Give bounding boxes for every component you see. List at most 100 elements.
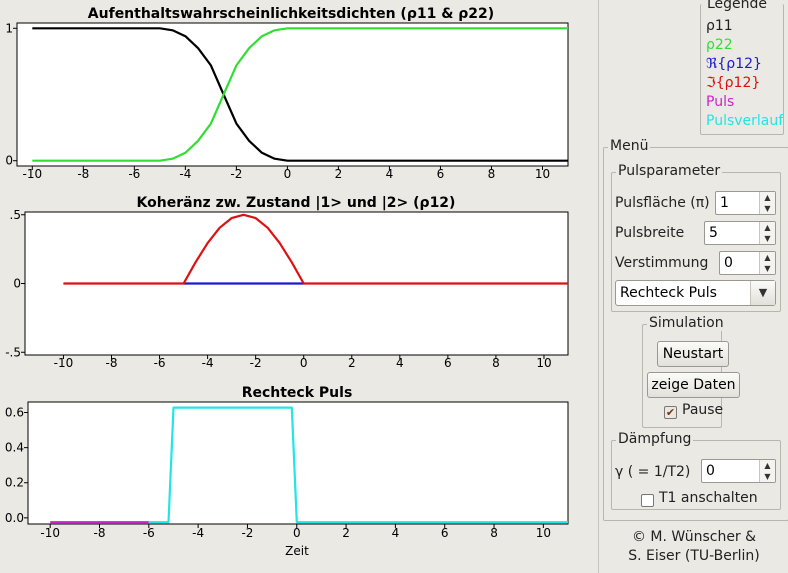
gamma-label: γ ( = 1/T2) <box>615 464 691 480</box>
gamma-input[interactable] <box>702 460 759 482</box>
menu-title: Menü <box>608 138 651 154</box>
x-tick-label: 6 <box>437 167 445 181</box>
pulsbreite-label: Pulsbreite <box>615 225 685 241</box>
simulation-group: Simulation Neustart zeige Daten ✔ Pause <box>642 315 740 428</box>
y-tick-label: 0 <box>5 154 13 168</box>
gamma-spin-buttons[interactable]: ▲ ▼ <box>759 460 775 482</box>
verstimmung-input[interactable] <box>720 252 759 274</box>
x-tick-label: -2 <box>241 526 253 540</box>
x-tick-label: 8 <box>488 167 496 181</box>
pulsflaeche-spin-buttons[interactable]: ▲ ▼ <box>759 192 775 214</box>
legend-title: Legende <box>705 0 770 12</box>
credit-line-2: S. Eiser (TU-Berlin) <box>628 548 760 564</box>
plot-densities-title: Aufenthaltswahrscheinlichkeitsdichten (ρ… <box>88 6 494 22</box>
x-tick-label: 4 <box>386 167 394 181</box>
x-tick-label: 6 <box>444 356 452 370</box>
t1-checkbox[interactable] <box>641 494 654 507</box>
plot-pulse-frame <box>27 401 569 525</box>
pulsbreite-stepper[interactable]: ▲▼ <box>704 221 776 245</box>
legend-item-rho11: ρ11 <box>706 18 733 34</box>
charts-area: Aufenthaltswahrscheinlichkeitsdichten (ρ… <box>5 6 569 558</box>
plot-coherence: Koheränz zw. Zustand |1> und |2> (ρ12) -… <box>5 195 569 370</box>
x-tick-label: -4 <box>202 356 214 370</box>
x-tick-label: 6 <box>441 526 449 540</box>
x-tick-label: 0 <box>284 167 292 181</box>
legend-item-rho22: ρ22 <box>706 37 733 53</box>
x-tick-label: -2 <box>250 356 262 370</box>
y-tick-label: .5 <box>10 208 21 222</box>
zeige-daten-button[interactable]: zeige Daten <box>647 372 740 398</box>
x-tick-label: -4 <box>179 167 191 181</box>
x-tick-label: 4 <box>396 356 404 370</box>
x-tick-label: 2 <box>335 167 343 181</box>
plot-pulse: Rechteck Puls -10 -8 -6 -4 -2 0 2 4 6 8 10 0.0 0.2 0.… <box>5 385 569 558</box>
x-tick-label: -6 <box>143 526 155 540</box>
plot-densities-frame <box>16 22 569 167</box>
neustart-button[interactable]: Neustart <box>657 341 729 367</box>
legend-item-puls: Puls <box>706 94 735 110</box>
verstimmung-stepper[interactable]: ▲▼ <box>719 251 776 275</box>
plot-densities: Aufenthaltswahrscheinlichkeitsdichten (ρ… <box>5 6 569 181</box>
pulsflaeche-input[interactable] <box>716 192 759 214</box>
daempfung-title: Dämpfung <box>616 431 694 447</box>
spin-up-icon[interactable]: ▲ <box>760 252 775 263</box>
pulsform-value: Rechteck Puls <box>620 285 717 301</box>
y-tick-label: 0.0 <box>5 511 24 525</box>
pulsflaeche-stepper[interactable]: ▲▼ <box>715 191 776 215</box>
control-panel: Legende ρ11 ρ22 ℜ{ρ12} ℑ{ρ12} Puls Pulsv… <box>598 0 788 573</box>
spin-down-icon[interactable]: ▼ <box>760 263 775 274</box>
plot-pulse-title: Rechteck Puls <box>242 385 353 401</box>
verstimmung-spin-buttons[interactable]: ▲ ▼ <box>759 252 775 274</box>
spin-down-icon[interactable]: ▼ <box>760 233 775 244</box>
legend-item-im-rho12: ℑ{ρ12} <box>706 75 761 91</box>
pulsparameter-group: Pulsparameter Pulsfläche (π) ▲▼ Pulsbrei… <box>611 163 781 312</box>
x-tick-label: 10 <box>536 356 551 370</box>
y-tick-label: 1 <box>5 21 13 35</box>
chevron-down-icon[interactable]: ▼ <box>750 281 775 305</box>
x-tick-label: -6 <box>128 167 140 181</box>
gamma-stepper[interactable]: ▲▼ <box>701 459 776 483</box>
pulsflaeche-label: Pulsfläche (π) <box>615 195 710 211</box>
x-tick-label: 8 <box>492 356 500 370</box>
credit-line-1: © M. Wünscher & <box>631 529 757 545</box>
legend-group: Legende ρ11 ρ22 ℜ{ρ12} ℑ{ρ12} Puls Pulsv… <box>700 0 784 135</box>
x-tick-label: 10 <box>535 167 550 181</box>
x-tick-label: 2 <box>342 526 350 540</box>
x-tick-label: -10 <box>40 526 60 540</box>
y-tick-label: 0.4 <box>5 441 24 455</box>
t1-label: T1 anschalten <box>659 490 758 506</box>
spin-up-icon[interactable]: ▲ <box>760 222 775 233</box>
spin-down-icon[interactable]: ▼ <box>760 203 775 214</box>
pause-checkbox[interactable]: ✔ <box>664 406 677 419</box>
x-tick-label: 0 <box>300 356 308 370</box>
x-tick-label: -10 <box>54 356 74 370</box>
legend-item-re-rho12: ℜ{ρ12} <box>706 56 762 72</box>
pulsbreite-input[interactable] <box>705 222 759 244</box>
credit: © M. Wünscher & S. Eiser (TU-Berlin) <box>600 528 788 566</box>
x-tick-label: 8 <box>490 526 498 540</box>
plot-pulse-xlabel: Zeit <box>285 544 309 558</box>
x-tick-label: -2 <box>230 167 242 181</box>
y-tick-label: 0.2 <box>5 476 24 490</box>
pulsform-select[interactable]: Rechteck Puls ▼ <box>615 280 776 306</box>
spin-up-icon[interactable]: ▲ <box>760 192 775 203</box>
plot-coherence-title: Koheränz zw. Zustand |1> und |2> (ρ12) <box>137 195 456 211</box>
menu-group: Menü Pulsparameter Pulsfläche (π) ▲▼ Pul… <box>603 138 788 521</box>
x-tick-label: 10 <box>536 526 551 540</box>
x-tick-label: 4 <box>392 526 400 540</box>
x-tick-label: -8 <box>106 356 118 370</box>
x-tick-label: 2 <box>348 356 356 370</box>
legend-item-pulsverlauf: Pulsverlauf <box>706 113 784 129</box>
pause-label: Pause <box>682 402 724 418</box>
daempfung-group: Dämpfung γ ( = 1/T2) ▲▼ T1 anschalten <box>611 431 781 510</box>
pulsbreite-spin-buttons[interactable]: ▲ ▼ <box>759 222 775 244</box>
x-tick-label: 0 <box>293 526 301 540</box>
spin-down-icon[interactable]: ▼ <box>760 471 775 482</box>
spin-up-icon[interactable]: ▲ <box>760 460 775 471</box>
y-tick-label: 0 <box>13 277 21 291</box>
verstimmung-label: Verstimmung <box>615 255 709 271</box>
x-tick-label: -10 <box>23 167 43 181</box>
simulation-title: Simulation <box>647 315 726 331</box>
y-tick-label: 0.6 <box>5 406 24 420</box>
pulsparameter-title: Pulsparameter <box>616 163 723 179</box>
